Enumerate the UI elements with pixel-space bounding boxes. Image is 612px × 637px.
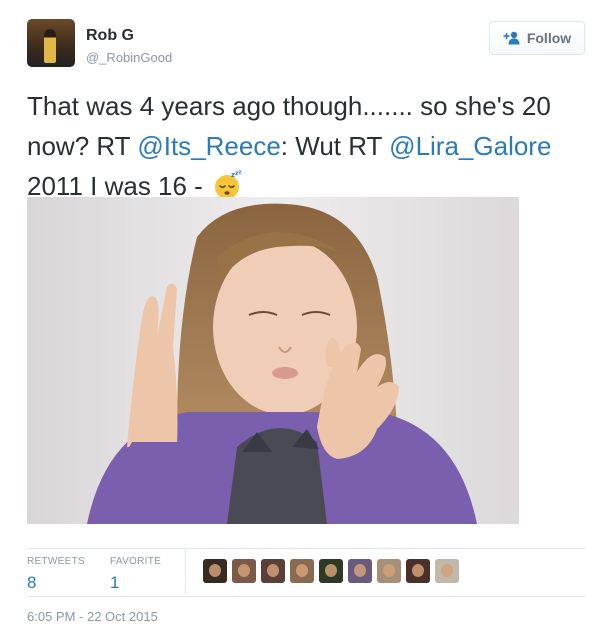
- user-display-name[interactable]: Rob G: [86, 27, 134, 45]
- user-handle[interactable]: @_RobinGood: [86, 50, 172, 65]
- follow-button-label: Follow: [526, 30, 572, 46]
- favoriter-avatar[interactable]: [406, 559, 430, 583]
- favoriter-avatar[interactable]: [348, 559, 372, 583]
- retweets-count: 8: [27, 573, 37, 592]
- favorites-label: FAVORITE: [110, 556, 162, 567]
- favoriter-avatar[interactable]: [261, 559, 285, 583]
- add-user-icon: [503, 31, 520, 45]
- svg-text:z: z: [239, 170, 242, 176]
- tweet-photo[interactable]: [27, 197, 519, 524]
- user-avatar[interactable]: [27, 19, 75, 67]
- retweets-label: RETWEETS: [27, 556, 85, 567]
- mention-lira-galore[interactable]: @Lira_Galore: [389, 131, 551, 161]
- favoriter-avatars: [203, 559, 459, 583]
- stats-separator: [185, 548, 186, 594]
- follow-button[interactable]: Follow: [489, 21, 585, 55]
- favoriter-avatar[interactable]: [377, 559, 401, 583]
- tweet-text-part-2: : Wut RT: [280, 131, 390, 161]
- tweet-timestamp[interactable]: 6:05 PM - 22 Oct 2015: [27, 609, 158, 624]
- favoriter-avatar[interactable]: [290, 559, 314, 583]
- stats-bottom-divider: [27, 596, 585, 597]
- stats-top-divider: [27, 548, 585, 549]
- favoriter-avatar[interactable]: [435, 559, 459, 583]
- retweets-stat[interactable]: RETWEETS 8: [27, 556, 85, 593]
- favoriter-avatar[interactable]: [232, 559, 256, 583]
- favorites-stat[interactable]: FAVORITE 1: [110, 556, 161, 593]
- favorites-count: 1: [110, 573, 120, 592]
- favoriter-avatar[interactable]: [319, 559, 343, 583]
- avatar-figure: [44, 29, 56, 63]
- girl-counting-fingers-image: [27, 197, 519, 524]
- tweet-text: That was 4 years ago though....... so sh…: [27, 86, 597, 206]
- mention-its-reece[interactable]: @Its_Reece: [137, 131, 280, 161]
- favoriter-avatar[interactable]: [203, 559, 227, 583]
